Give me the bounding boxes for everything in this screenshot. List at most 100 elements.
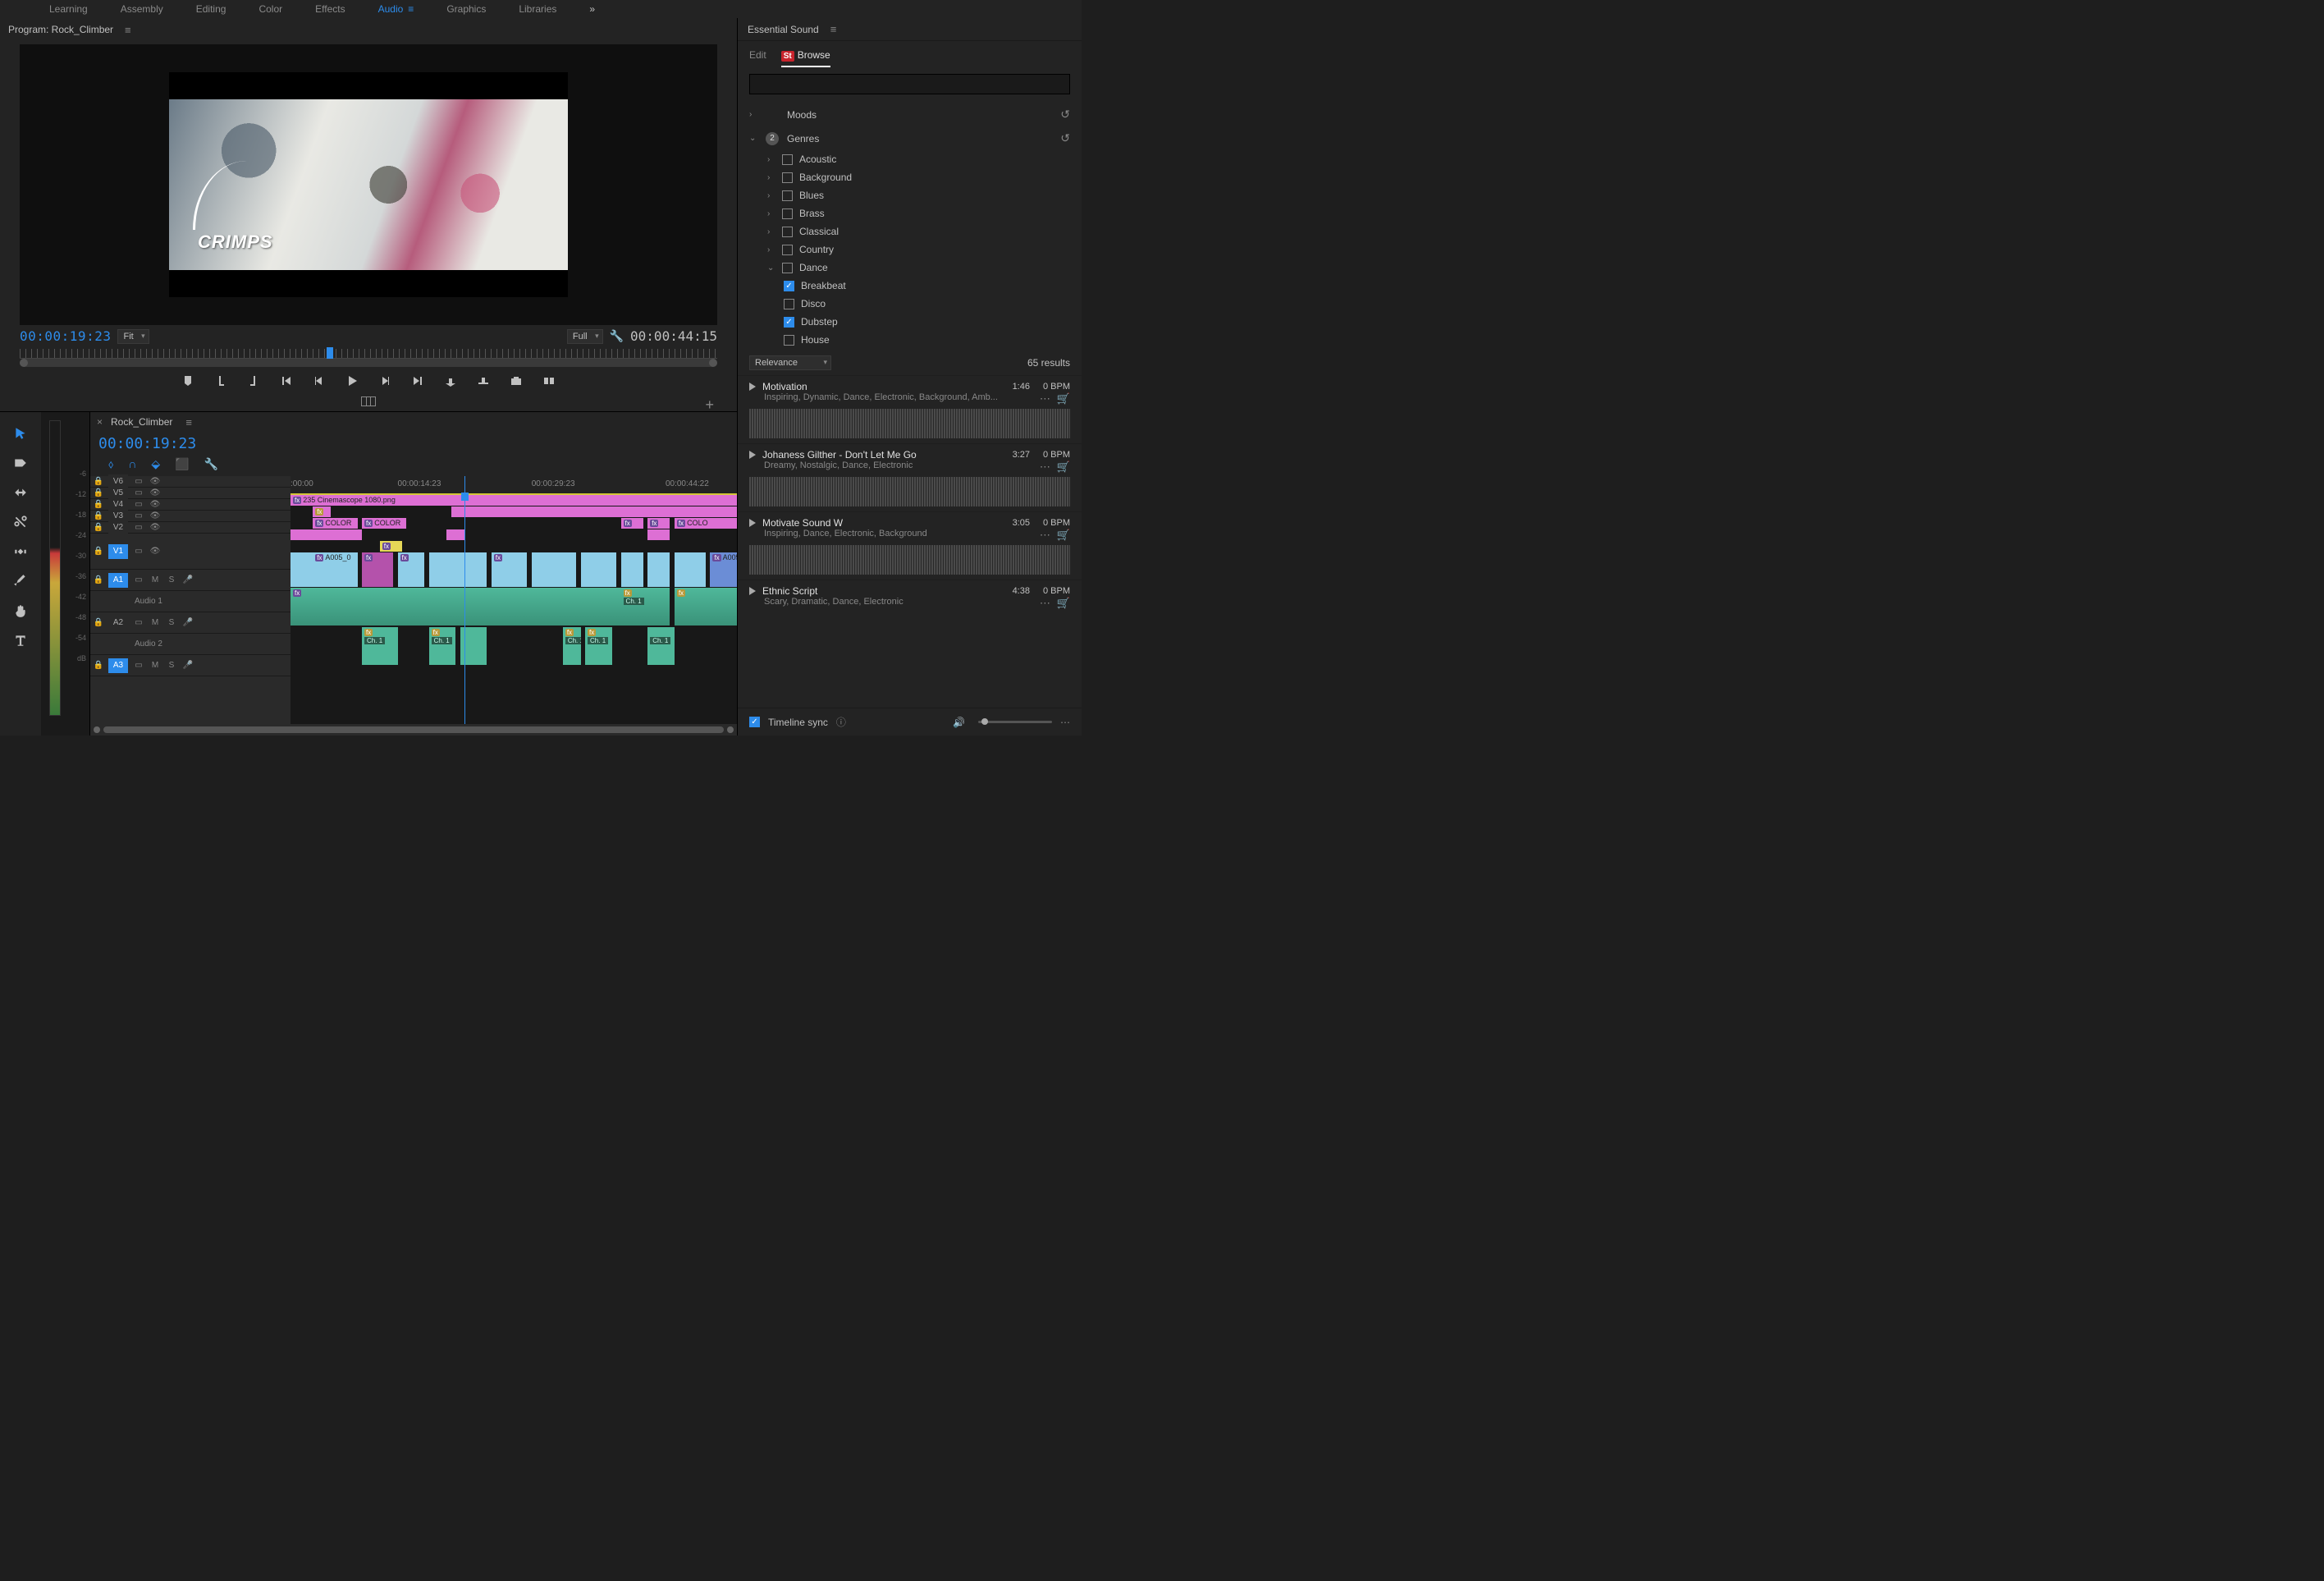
workspace-editing[interactable]: Editing xyxy=(196,3,226,15)
volume-icon[interactable]: 🔊 xyxy=(953,717,965,728)
search-input[interactable] xyxy=(749,74,1070,94)
add-to-cart-icon[interactable]: 🛒 xyxy=(1057,392,1070,406)
track-v2-label[interactable]: V2 xyxy=(108,520,128,535)
lock-icon[interactable]: 🔒 xyxy=(94,660,103,671)
voiceover-icon[interactable]: 🎤 xyxy=(182,660,194,671)
more-icon[interactable]: ⋯ xyxy=(1060,717,1070,728)
info-icon[interactable]: ⓘ xyxy=(836,715,846,729)
play-button[interactable] xyxy=(345,373,359,388)
genres-section-header[interactable]: ⌄ 2 Genres ↺ xyxy=(749,126,1070,150)
selection-tool[interactable] xyxy=(12,425,29,442)
clip-video[interactable] xyxy=(675,552,706,587)
genre-item-blues[interactable]: ›Blues xyxy=(749,186,1070,204)
genre-item-background[interactable]: ›Background xyxy=(749,168,1070,186)
track-a2-label[interactable]: A2 xyxy=(108,616,128,630)
clip-video[interactable]: fxA005 xyxy=(710,552,737,587)
timeline-settings-icon[interactable]: ⬛ xyxy=(175,457,189,471)
reset-icon[interactable]: ↺ xyxy=(1060,131,1070,145)
volume-slider[interactable] xyxy=(978,721,1052,723)
sort-dropdown[interactable]: Relevance xyxy=(749,355,831,370)
tab-browse[interactable]: StBrowse xyxy=(781,49,830,67)
step-back-button[interactable] xyxy=(312,373,327,388)
workspace-audio[interactable]: Audio≡ xyxy=(378,3,414,15)
eye-icon[interactable]: 👁 xyxy=(149,488,161,499)
voiceover-icon[interactable]: 🎤 xyxy=(182,617,194,629)
workspace-overflow-icon[interactable]: » xyxy=(589,3,595,15)
mute-icon[interactable]: M xyxy=(149,575,161,586)
snap-icon[interactable]: ⬨ xyxy=(108,457,113,471)
genre-item-acoustic[interactable]: ›Acoustic xyxy=(749,150,1070,168)
button-editor-icon[interactable] xyxy=(361,396,376,406)
timeline-wrench-icon[interactable]: 🔧 xyxy=(204,457,218,471)
waveform-preview[interactable] xyxy=(749,477,1070,506)
clip[interactable] xyxy=(451,506,737,517)
step-forward-button[interactable] xyxy=(377,373,392,388)
settings-wrench-icon[interactable]: 🔧 xyxy=(610,329,624,343)
clip[interactable] xyxy=(647,529,670,540)
clip-color[interactable]: fx xyxy=(621,518,643,529)
program-scrub-bar[interactable] xyxy=(20,359,717,367)
genre-item-disco[interactable]: Disco xyxy=(749,295,1070,313)
clip-video[interactable] xyxy=(429,552,487,587)
clip-color[interactable]: fxCOLO xyxy=(675,518,737,529)
moods-section-header[interactable]: › Moods ↺ xyxy=(749,103,1070,126)
linked-selection-icon[interactable]: ∩ xyxy=(128,457,136,471)
play-preview-button[interactable] xyxy=(749,383,756,391)
eye-icon[interactable]: 👁 xyxy=(149,476,161,488)
mark-in-button[interactable] xyxy=(213,373,228,388)
razor-tool[interactable] xyxy=(12,514,29,530)
checkbox[interactable] xyxy=(784,335,794,346)
lock-icon[interactable]: 🔒 xyxy=(94,575,103,586)
checkbox[interactable] xyxy=(782,209,793,219)
checkbox[interactable] xyxy=(782,154,793,165)
clip-video[interactable]: fx xyxy=(492,552,528,587)
workspace-libraries[interactable]: Libraries xyxy=(519,3,556,15)
sequence-tab[interactable]: Rock_Climber xyxy=(111,416,172,428)
panel-menu-icon[interactable]: ≡ xyxy=(830,23,837,35)
clip-audio[interactable]: fxCh. 1 xyxy=(429,627,456,665)
workspace-graphics[interactable]: Graphics xyxy=(446,3,486,15)
mark-out-button[interactable] xyxy=(246,373,261,388)
extract-button[interactable] xyxy=(476,373,491,388)
go-to-out-button[interactable] xyxy=(410,373,425,388)
clip-audio[interactable]: fx xyxy=(290,588,621,626)
clip-video[interactable] xyxy=(621,552,643,587)
clip-audio[interactable]: fxCh. 1 xyxy=(585,627,612,665)
solo-icon[interactable]: S xyxy=(166,575,177,586)
zoom-fit-dropdown[interactable]: Fit xyxy=(117,329,149,344)
clip-audio[interactable]: fx xyxy=(675,588,737,626)
clip[interactable]: fx xyxy=(380,541,402,552)
solo-icon[interactable]: S xyxy=(166,617,177,629)
track-v1-label[interactable]: V1 xyxy=(108,544,128,559)
workspace-assembly[interactable]: Assembly xyxy=(121,3,163,15)
genre-item-dubstep[interactable]: ✓Dubstep xyxy=(749,313,1070,331)
more-icon[interactable]: ⋯ xyxy=(1040,461,1050,474)
close-sequence-icon[interactable]: × xyxy=(97,416,103,428)
result-item[interactable]: Ethnic Script 4:38 0 BPM Scary, Dramatic… xyxy=(738,580,1082,615)
add-marker-button[interactable] xyxy=(181,373,195,388)
track-a1-label[interactable]: A1 xyxy=(108,573,128,588)
lock-icon[interactable]: 🔒 xyxy=(94,511,103,522)
clip-audio[interactable]: fxCh. 1 xyxy=(621,588,670,626)
clip-video[interactable] xyxy=(581,552,617,587)
play-preview-button[interactable] xyxy=(749,451,756,459)
tab-edit[interactable]: Edit xyxy=(749,49,766,67)
more-icon[interactable]: ⋯ xyxy=(1040,392,1050,406)
clip[interactable] xyxy=(290,529,362,540)
workspace-effects[interactable]: Effects xyxy=(315,3,345,15)
lock-icon[interactable]: 🔒 xyxy=(94,488,103,499)
go-to-in-button[interactable] xyxy=(279,373,294,388)
lock-icon[interactable]: 🔒 xyxy=(94,617,103,629)
more-icon[interactable]: ⋯ xyxy=(1040,597,1050,610)
timeline-clips-area[interactable]: :00:00 00:00:14:23 00:00:29:23 00:00:44:… xyxy=(290,476,737,724)
genre-item-dance[interactable]: ⌄Dance xyxy=(749,259,1070,277)
marker-icon[interactable]: ⬙ xyxy=(151,457,160,471)
workspace-color[interactable]: Color xyxy=(258,3,282,15)
timeline-horizontal-scrollbar[interactable] xyxy=(90,724,737,736)
checkbox[interactable] xyxy=(784,299,794,309)
genre-item-house[interactable]: House xyxy=(749,331,1070,349)
voiceover-icon[interactable]: 🎤 xyxy=(182,575,194,586)
result-item[interactable]: Motivate Sound W 3:05 0 BPM Inspiring, D… xyxy=(738,511,1082,580)
clip-cinemascope[interactable]: fx235 Cinemascope 1080.png xyxy=(290,495,737,506)
timeline-ruler[interactable]: :00:00 00:00:14:23 00:00:29:23 00:00:44:… xyxy=(290,476,737,494)
